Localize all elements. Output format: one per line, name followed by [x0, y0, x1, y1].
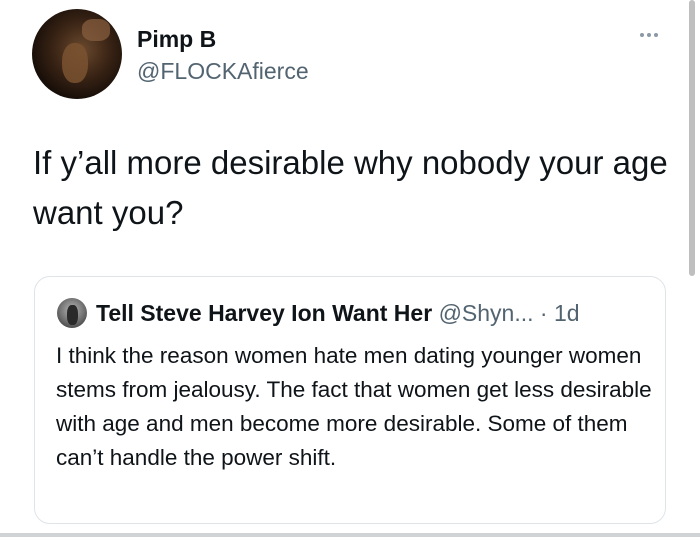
dot	[654, 33, 658, 37]
avatar-face	[62, 43, 88, 83]
author-avatar[interactable]	[32, 9, 122, 99]
more-options-icon[interactable]	[640, 30, 664, 40]
quoted-tweet-text: I think the reason women hate men dating…	[56, 343, 652, 470]
tweet-card: Pimp B @FLOCKAfierce If y’all more desir…	[0, 0, 700, 537]
bottom-divider	[0, 533, 700, 537]
quoted-separator: ·	[533, 300, 554, 326]
dot	[640, 33, 644, 37]
quoted-tweet[interactable]: Tell Steve Harvey Ion Want Her @Shyn... …	[34, 276, 666, 524]
quoted-author-avatar	[57, 298, 87, 328]
scrollbar[interactable]	[689, 0, 695, 276]
avatar-person	[67, 305, 78, 325]
quoted-author-handle: @Shyn...	[438, 300, 534, 326]
quoted-timestamp: 1d	[553, 300, 580, 326]
dot	[647, 33, 651, 37]
quoted-tweet-header: Tell Steve Harvey Ion Want Her @Shyn... …	[96, 300, 580, 327]
quoted-author-name: Tell Steve Harvey Ion Want Her	[96, 300, 433, 326]
author-handle[interactable]: @FLOCKAfierce	[137, 58, 309, 85]
avatar-hand	[82, 19, 110, 41]
tweet-text: If y’all more desirable why nobody your …	[33, 144, 668, 231]
author-display-name[interactable]: Pimp B	[137, 26, 216, 53]
